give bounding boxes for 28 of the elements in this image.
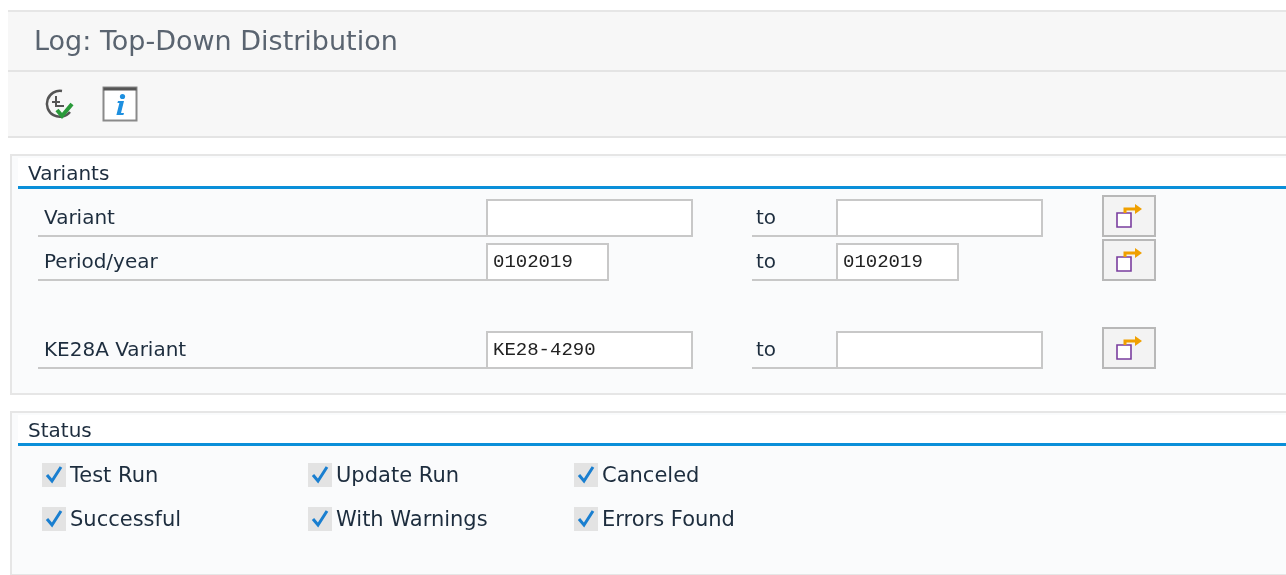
input-field[interactable] xyxy=(486,199,693,237)
checkbox-label: Canceled xyxy=(602,462,700,489)
checkbox-label: With Warnings xyxy=(336,506,488,533)
section-title: Variants xyxy=(18,158,1286,189)
checkbox[interactable] xyxy=(42,463,66,487)
input-field[interactable]: KE28-4290 xyxy=(486,331,693,369)
checkbox[interactable] xyxy=(574,507,598,531)
checkbox-label: Errors Found xyxy=(602,506,735,533)
checkbox[interactable] xyxy=(308,507,332,531)
checkbox-label: Update Run xyxy=(336,462,459,489)
input-field[interactable] xyxy=(836,199,1043,237)
checkbox[interactable] xyxy=(574,463,598,487)
info-icon[interactable] xyxy=(102,86,138,122)
checkbox[interactable] xyxy=(308,463,332,487)
multiple-selection-button[interactable] xyxy=(1102,327,1156,369)
field-label: KE28A Variant xyxy=(38,331,486,369)
field-label: Period/year xyxy=(38,243,486,281)
multiple-selection-button[interactable] xyxy=(1102,195,1156,237)
window-title: Log: Top-Down Distribution xyxy=(34,23,398,58)
checkbox-label: Successful xyxy=(70,506,182,533)
field-label: Variant xyxy=(38,199,486,237)
multiple-selection-button[interactable] xyxy=(1102,239,1156,281)
checkbox-label: Test Run xyxy=(70,462,159,489)
input-field[interactable]: 0102019 xyxy=(836,243,959,281)
section-title: Status xyxy=(18,415,1286,446)
input-field[interactable]: 0102019 xyxy=(486,243,609,281)
checkbox[interactable] xyxy=(42,507,66,531)
input-field[interactable] xyxy=(836,331,1043,369)
